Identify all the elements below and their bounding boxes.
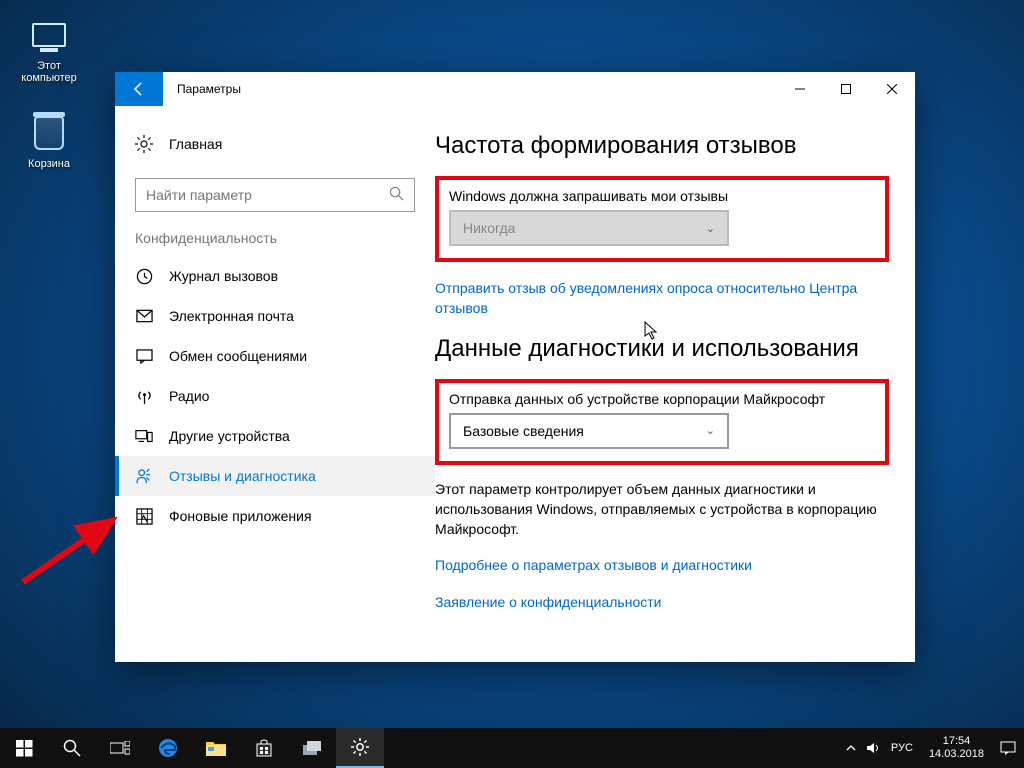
- sidebar-item-history[interactable]: Журнал вызовов: [115, 256, 435, 296]
- sidebar-item-chat[interactable]: Обмен сообщениями: [115, 336, 435, 376]
- chevron-down-icon: ⌄: [706, 222, 715, 235]
- volume-icon: [866, 741, 881, 755]
- diagnostics-value: Базовые сведения: [463, 423, 584, 439]
- learn-more-link[interactable]: Подробнее о параметрах отзывов и диагнос…: [435, 555, 889, 575]
- pc-icon: [28, 14, 70, 56]
- folder-icon: [205, 739, 227, 757]
- section-title-diagnostics: Данные диагностики и использования: [435, 335, 889, 363]
- apps-icon: [135, 507, 153, 525]
- gear-icon: [350, 737, 370, 757]
- radio-icon: [135, 387, 153, 405]
- search-icon: [63, 739, 81, 757]
- desktop-icon-label: Корзина: [10, 158, 88, 170]
- maximize-icon: [841, 84, 851, 94]
- minimize-icon: [795, 84, 805, 94]
- sidebar-item-feedback[interactable]: Отзывы и диагностика: [115, 456, 435, 496]
- sidebar-item-devices[interactable]: Другие устройства: [115, 416, 435, 456]
- sidebar-item-apps[interactable]: Фоновые приложения: [115, 496, 435, 536]
- chevron-down-icon: ⌄: [706, 424, 715, 437]
- tray-language[interactable]: РУС: [891, 728, 913, 768]
- search-input[interactable]: Найти параметр: [135, 178, 415, 212]
- app-icon: [301, 739, 323, 757]
- task-view-icon: [110, 741, 130, 755]
- mail-icon: [135, 307, 153, 325]
- history-icon: [135, 267, 153, 285]
- content-pane: Частота формирования отзывов Windows дол…: [435, 106, 915, 662]
- sidebar-home[interactable]: Главная: [115, 124, 435, 164]
- sidebar-category: Конфиденциальность: [115, 230, 435, 256]
- window-title: Параметры: [163, 82, 241, 96]
- task-view-button[interactable]: [96, 728, 144, 768]
- taskbar-store[interactable]: [240, 728, 288, 768]
- tray-date: 14.03.2018: [929, 748, 984, 761]
- diagnostics-label: Отправка данных об устройстве корпорации…: [449, 391, 875, 407]
- close-icon: [887, 84, 897, 94]
- desktop-icon-label: Этот компьютер: [10, 60, 88, 84]
- tray-clock[interactable]: 17:54 14.03.2018: [923, 735, 990, 761]
- back-button[interactable]: [115, 72, 163, 106]
- titlebar[interactable]: Параметры: [115, 72, 915, 106]
- sidebar-item-label: Фоновые приложения: [169, 508, 312, 524]
- search-button[interactable]: [48, 728, 96, 768]
- search-placeholder: Найти параметр: [146, 187, 252, 203]
- taskbar-settings[interactable]: [336, 728, 384, 768]
- close-button[interactable]: [869, 72, 915, 106]
- feedback-icon: [135, 467, 153, 485]
- feedback-hub-link[interactable]: Отправить отзыв об уведомлениях опроса о…: [435, 278, 889, 319]
- diagnostics-description: Этот параметр контролирует объем данных …: [435, 479, 889, 540]
- maximize-button[interactable]: [823, 72, 869, 106]
- sidebar-item-label: Радио: [169, 388, 209, 404]
- highlight-diagnostics: Отправка данных об устройстве корпорации…: [435, 379, 889, 465]
- diagnostics-select[interactable]: Базовые сведения ⌄: [449, 413, 729, 449]
- notification-icon: [1000, 741, 1016, 756]
- sidebar-item-label: Электронная почта: [169, 308, 294, 324]
- sidebar-item-radio[interactable]: Радио: [115, 376, 435, 416]
- annotation-arrow: [15, 490, 125, 590]
- sidebar-item-label: Обмен сообщениями: [169, 348, 307, 364]
- taskbar-edge[interactable]: [144, 728, 192, 768]
- section-title-feedback: Частота формирования отзывов: [435, 132, 889, 160]
- desktop: Этот компьютер Корзина Параметры: [0, 0, 1024, 768]
- system-tray: РУС 17:54 14.03.2018: [846, 728, 1024, 768]
- feedback-frequency-select[interactable]: Никогда ⌄: [449, 210, 729, 246]
- minimize-button[interactable]: [777, 72, 823, 106]
- settings-window: Параметры Главная Найти параметр: [115, 72, 915, 662]
- taskbar: РУС 17:54 14.03.2018: [0, 728, 1024, 768]
- action-center-button[interactable]: [1000, 728, 1016, 768]
- tray-time: 17:54: [929, 735, 984, 748]
- feedback-frequency-label: Windows должна запрашивать мои отзывы: [449, 188, 875, 204]
- sidebar-home-label: Главная: [169, 136, 222, 152]
- arrow-left-icon: [131, 81, 147, 97]
- search-icon: [389, 186, 404, 204]
- start-button[interactable]: [0, 728, 48, 768]
- highlight-feedback-frequency: Windows должна запрашивать мои отзывы Ни…: [435, 176, 889, 262]
- store-icon: [254, 738, 274, 758]
- edge-icon: [157, 737, 179, 759]
- windows-icon: [16, 740, 33, 757]
- sidebar-item-mail[interactable]: Электронная почта: [115, 296, 435, 336]
- tray-volume[interactable]: [866, 728, 881, 768]
- tray-chevron[interactable]: [846, 728, 856, 768]
- sidebar-item-label: Отзывы и диагностика: [169, 468, 316, 484]
- sidebar: Главная Найти параметр Конфиденциальност…: [115, 106, 435, 662]
- recycle-bin-icon: [28, 112, 70, 154]
- devices-icon: [135, 427, 153, 445]
- desktop-icon-recycle-bin[interactable]: Корзина: [10, 112, 88, 170]
- sidebar-item-label: Журнал вызовов: [169, 268, 278, 284]
- feedback-frequency-value: Никогда: [463, 220, 515, 236]
- sidebar-item-label: Другие устройства: [169, 428, 290, 444]
- privacy-statement-link[interactable]: Заявление о конфиденциальности: [435, 592, 889, 612]
- taskbar-app[interactable]: [288, 728, 336, 768]
- desktop-icon-this-pc[interactable]: Этот компьютер: [10, 14, 88, 84]
- chevron-up-icon: [846, 743, 856, 753]
- taskbar-explorer[interactable]: [192, 728, 240, 768]
- window-controls: [777, 72, 915, 106]
- chat-icon: [135, 347, 153, 365]
- gear-icon: [135, 135, 153, 153]
